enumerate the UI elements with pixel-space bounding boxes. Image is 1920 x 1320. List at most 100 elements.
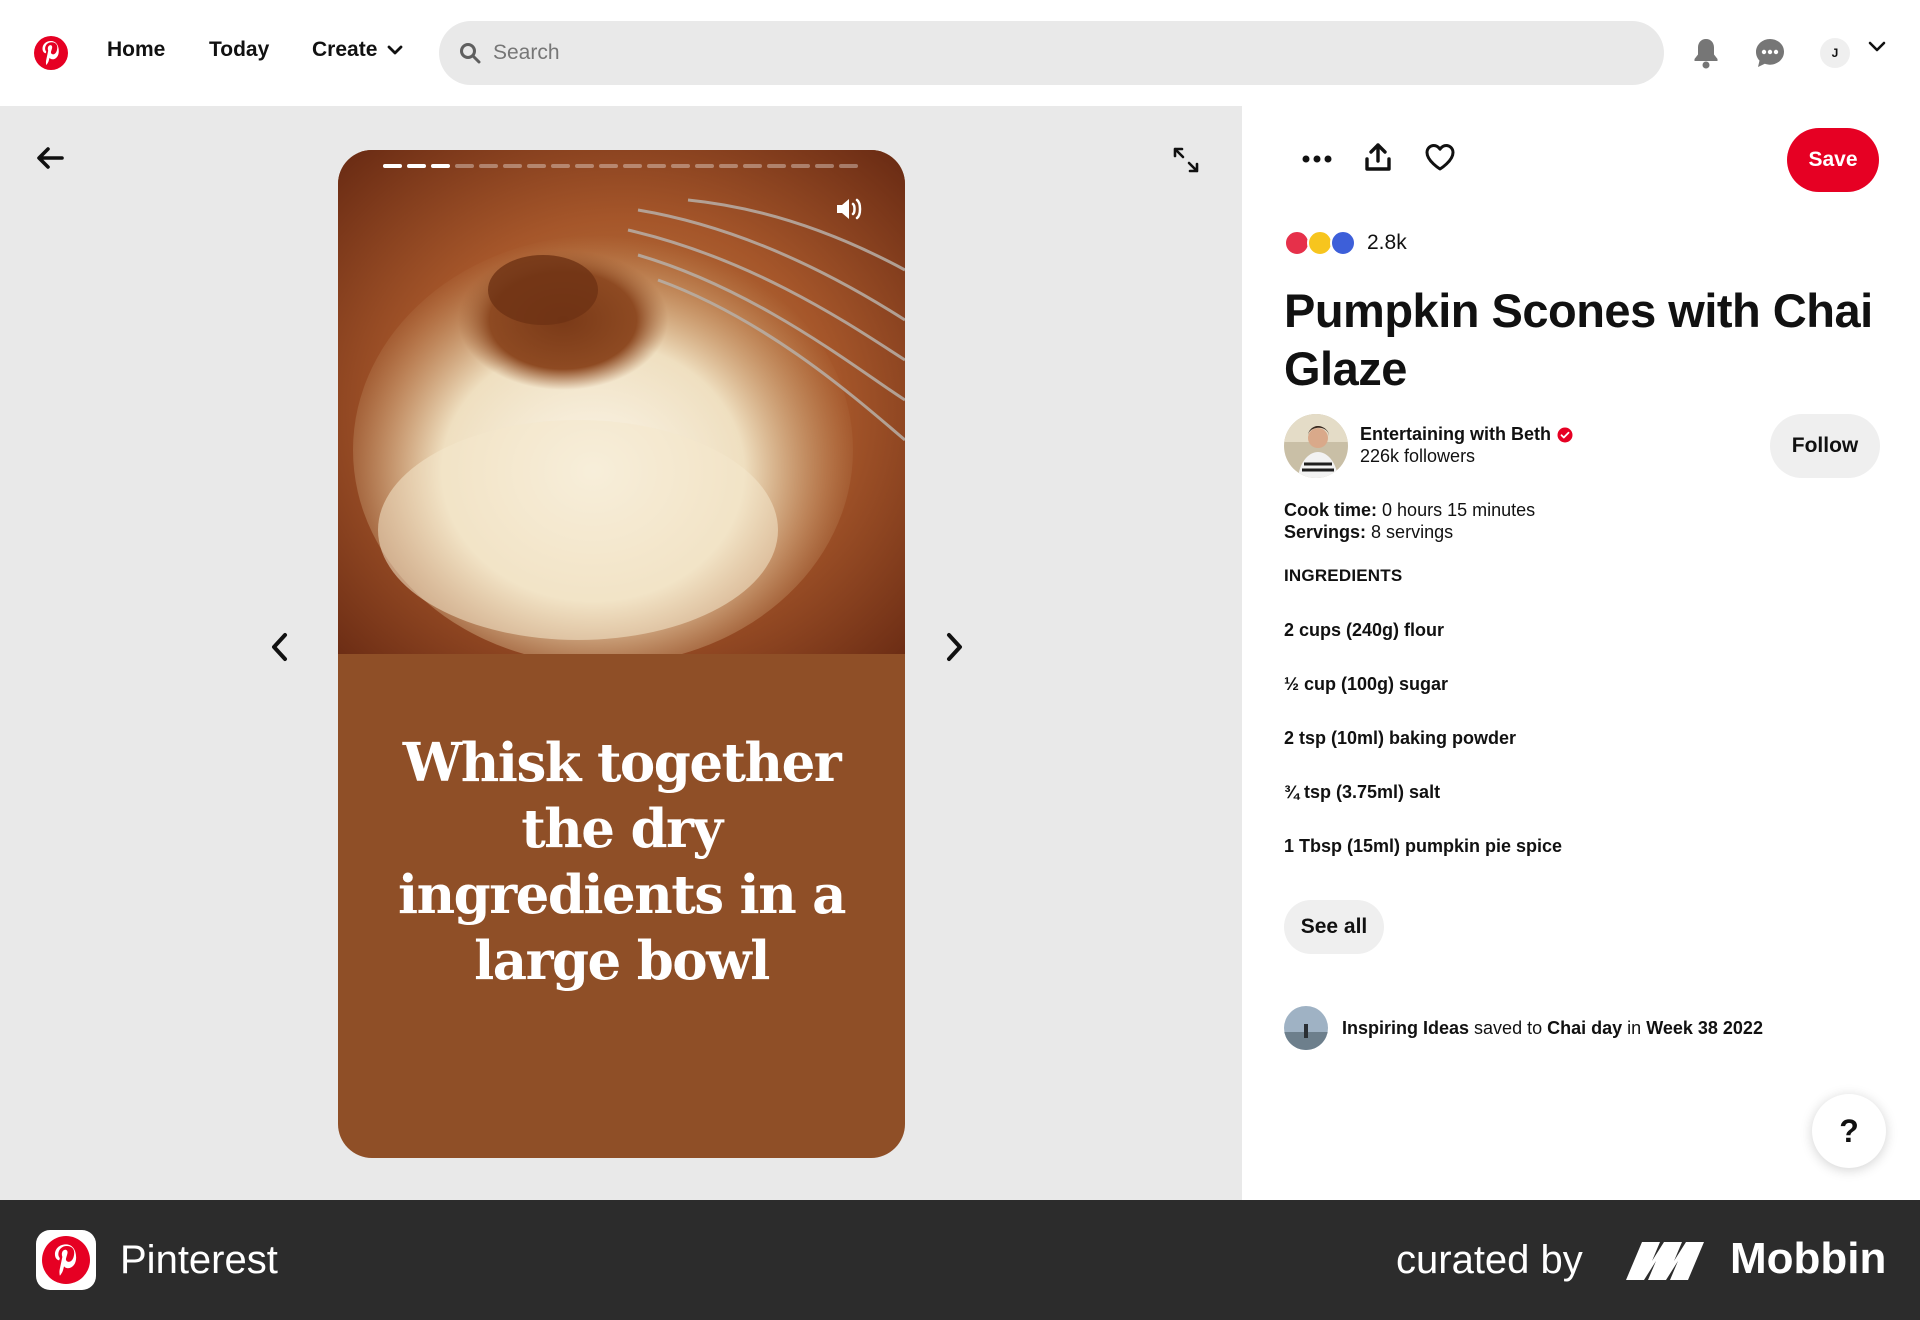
- creator-name-link[interactable]: Entertaining with Beth: [1360, 424, 1573, 445]
- reaction-count: 2.8k: [1367, 231, 1407, 254]
- cook-time-value: 0 hours 15 minutes: [1382, 500, 1536, 520]
- messages-button[interactable]: [1750, 33, 1790, 73]
- notifications-button[interactable]: [1686, 33, 1726, 73]
- progress-segment: [623, 164, 642, 168]
- progress-segment: [767, 164, 786, 168]
- pin-detail-pane: Save 2.8k Pumpkin Scones with Chai Glaze…: [1242, 106, 1920, 1200]
- progress-segment: [599, 164, 618, 168]
- follow-button[interactable]: Follow: [1770, 414, 1880, 478]
- progress-segment: [791, 164, 810, 168]
- progress-segment: [383, 164, 402, 168]
- progress-segment: [431, 164, 450, 168]
- nav-create-menu[interactable]: Create: [312, 38, 403, 62]
- saver-photo: [1284, 1006, 1328, 1050]
- progress-segment: [839, 164, 858, 168]
- progress-segment: [551, 164, 570, 168]
- back-button[interactable]: [36, 146, 64, 175]
- mobbin-wordmark: Mobbin: [1730, 1234, 1887, 1283]
- creator-name: Entertaining with Beth: [1360, 424, 1551, 444]
- see-all-ingredients-button[interactable]: See all: [1284, 900, 1384, 954]
- nav-home-link[interactable]: Home: [107, 38, 165, 62]
- activity-verb-in: in: [1627, 1017, 1642, 1038]
- pinterest-logo-icon: [42, 1236, 90, 1284]
- save-button[interactable]: Save: [1787, 128, 1879, 192]
- verified-badge-icon: [1557, 427, 1573, 442]
- profile-avatar[interactable]: J: [1820, 38, 1850, 68]
- story-caption: Whisk together the dry ingredients in a …: [397, 732, 847, 992]
- pinterest-logo-icon[interactable]: [34, 36, 68, 70]
- expand-icon: [1173, 147, 1199, 173]
- creator-followers: 226k followers: [1360, 446, 1476, 466]
- progress-segment: [575, 164, 594, 168]
- creator-avatar[interactable]: [1284, 414, 1348, 478]
- progress-segment: [407, 164, 426, 168]
- board-name-link[interactable]: Chai day: [1547, 1018, 1622, 1038]
- account-menu-button[interactable]: [1868, 40, 1886, 58]
- progress-segment: [695, 164, 714, 168]
- mobbin-brand: Mobbin: [1626, 1234, 1886, 1284]
- mute-toggle-button[interactable]: [835, 196, 865, 227]
- search-input[interactable]: [493, 41, 1593, 65]
- progress-segment: [503, 164, 522, 168]
- creator-photo: [1284, 414, 1348, 478]
- share-upload-icon: [1365, 143, 1391, 171]
- board-section-link[interactable]: Week 38 2022: [1646, 1018, 1763, 1038]
- chevron-down-icon: [1868, 41, 1886, 52]
- reactions-summary[interactable]: 2.8k: [1284, 230, 1407, 256]
- chat-bubble-icon: [1756, 39, 1784, 67]
- laugh-reaction-icon: [1330, 230, 1356, 256]
- progress-segment: [527, 164, 546, 168]
- heart-outline-icon: [1425, 144, 1455, 171]
- activity-verb: saved to: [1474, 1017, 1543, 1038]
- pin-media-pane: Whisk together the dry ingredients in a …: [0, 106, 1242, 1200]
- cook-time: Cook time: 0 hours 15 minutes: [1284, 500, 1535, 521]
- saver-avatar[interactable]: [1284, 1006, 1328, 1050]
- ingredient-item: 2 tsp (10ml) baking powder: [1284, 728, 1517, 748]
- ingredients-heading: INGREDIENTS: [1284, 566, 1403, 585]
- search-icon: [460, 43, 481, 64]
- back-arrow-icon: [37, 147, 64, 169]
- progress-segment: [743, 164, 762, 168]
- bell-icon: [1694, 39, 1718, 69]
- mobbin-footer: Pinterest curated by Mobbin: [0, 1200, 1920, 1320]
- servings-value: 8 servings: [1371, 522, 1454, 542]
- saved-activity-text: Inspiring Ideas saved to Chai day in Wee…: [1342, 1018, 1763, 1039]
- fullscreen-button[interactable]: [1172, 146, 1200, 179]
- ingredient-item: 2 cups (240g) flour: [1284, 620, 1445, 640]
- progress-segment: [671, 164, 690, 168]
- nav-today-link[interactable]: Today: [209, 38, 269, 62]
- nav-create-label: Create: [312, 38, 378, 61]
- chevron-down-icon: [387, 45, 403, 55]
- next-page-button[interactable]: [946, 632, 964, 667]
- help-button[interactable]: ?: [1812, 1094, 1886, 1168]
- search-bar[interactable]: [439, 21, 1664, 85]
- progress-segment: [647, 164, 666, 168]
- saved-activity: Inspiring Ideas saved to Chai day in Wee…: [1284, 1006, 1763, 1050]
- servings-label: Servings:: [1284, 522, 1367, 542]
- chevron-left-icon: [272, 633, 287, 661]
- more-options-button[interactable]: [1302, 150, 1332, 168]
- story-photo-flour-bowl: [338, 150, 905, 654]
- ingredient-item: ¾ tsp (3.75ml) salt: [1284, 782, 1441, 802]
- progress-segment: [719, 164, 738, 168]
- footer-app-name: Pinterest: [120, 1238, 278, 1282]
- cook-time-label: Cook time:: [1284, 500, 1378, 520]
- previous-page-button[interactable]: [270, 632, 288, 667]
- story-progress-bar: [383, 164, 858, 168]
- progress-segment: [479, 164, 498, 168]
- servings: Servings: 8 servings: [1284, 522, 1453, 543]
- share-button[interactable]: [1364, 142, 1392, 177]
- ingredient-item: ½ cup (100g) sugar: [1284, 674, 1449, 694]
- pin-title: Pumpkin Scones with Chai Glaze: [1284, 284, 1873, 395]
- speaker-icon: [837, 198, 862, 220]
- mobbin-logo-icon: [1626, 1242, 1704, 1280]
- saver-name-link[interactable]: Inspiring Ideas: [1342, 1018, 1469, 1038]
- react-button[interactable]: [1424, 142, 1456, 177]
- curated-by-label: curated by: [1396, 1238, 1583, 1282]
- top-navigation: Home Today Create J: [0, 0, 1920, 106]
- idea-pin-story[interactable]: Whisk together the dry ingredients in a …: [338, 150, 905, 1158]
- progress-segment: [455, 164, 474, 168]
- pinterest-app-icon: [36, 1230, 96, 1290]
- progress-segment: [815, 164, 834, 168]
- chevron-right-icon: [947, 633, 962, 661]
